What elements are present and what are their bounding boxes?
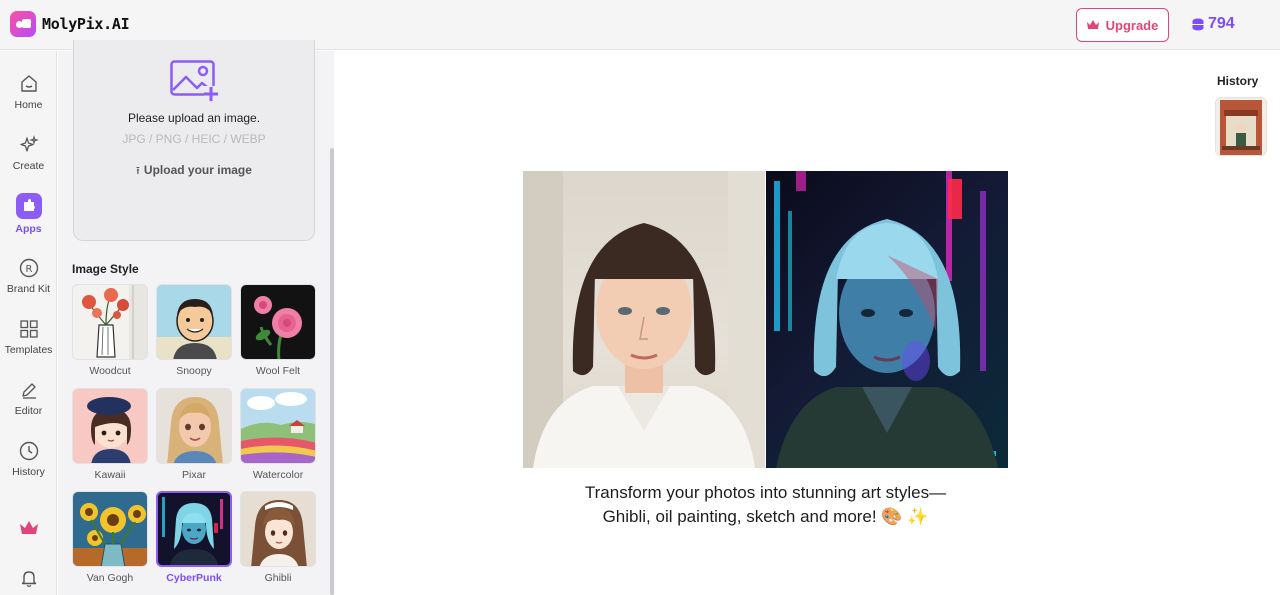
style-ghibli-label: Ghibli bbox=[264, 572, 292, 584]
style-woodcut-thumbnail bbox=[72, 284, 148, 360]
style-snoopy[interactable]: Snoopy bbox=[156, 284, 232, 377]
original-photo bbox=[523, 171, 765, 468]
nav-apps[interactable]: Apps bbox=[0, 193, 57, 235]
panel-scrollbar[interactable] bbox=[330, 148, 334, 595]
nav-editor-label: Editor bbox=[14, 405, 43, 417]
style-snoopy-label: Snoopy bbox=[176, 365, 212, 377]
svg-text:R: R bbox=[25, 264, 32, 275]
history-item[interactable] bbox=[1215, 97, 1267, 156]
app-name: MolyPix.AI bbox=[42, 15, 130, 33]
style-woodcut[interactable]: Woodcut bbox=[72, 284, 148, 377]
image-style-heading: Image Style bbox=[72, 262, 139, 276]
image-add-icon bbox=[170, 60, 218, 101]
style-cyberpunk-label: CyberPunk bbox=[166, 572, 222, 584]
style-pixar-label: Pixar bbox=[182, 469, 206, 481]
feature-caption: Transform your photos into stunning art … bbox=[584, 483, 947, 526]
registered-icon: R bbox=[18, 257, 40, 279]
style-watercolor-label: Watercolor bbox=[252, 469, 304, 481]
nav-upgrade-crown[interactable] bbox=[0, 517, 57, 543]
nav-editor[interactable]: Editor bbox=[0, 379, 57, 417]
style-van-gogh-label: Van Gogh bbox=[86, 572, 134, 584]
style-cyberpunk-thumbnail bbox=[156, 491, 232, 567]
bell-icon bbox=[18, 567, 40, 589]
nav-history[interactable]: History bbox=[0, 440, 57, 478]
nav-brand-kit[interactable]: R Brand Kit bbox=[0, 257, 57, 295]
style-watercolor[interactable]: Watercolor bbox=[240, 388, 316, 481]
style-ghibli[interactable]: Ghibli bbox=[240, 491, 316, 584]
crown-icon bbox=[1086, 20, 1099, 29]
logo-icon bbox=[10, 11, 36, 37]
upload-arrow-icon: ⭱ bbox=[136, 165, 140, 177]
style-ghibli-thumbnail bbox=[240, 491, 316, 567]
nav-create-label: Create bbox=[12, 160, 45, 172]
style-wool-felt-thumbnail bbox=[240, 284, 316, 360]
nav-brand-kit-label: Brand Kit bbox=[6, 283, 51, 295]
style-pixar-thumbnail bbox=[156, 388, 232, 464]
sparkles-icon bbox=[18, 134, 40, 156]
nav-home-label: Home bbox=[14, 99, 43, 111]
pencil-icon bbox=[18, 379, 40, 401]
style-watercolor-thumbnail bbox=[240, 388, 316, 464]
nav-history-label: History bbox=[12, 466, 45, 478]
cyberpunk-result-photo bbox=[766, 171, 1008, 468]
upload-image-button[interactable]: ⭱ Upload your image bbox=[73, 162, 315, 181]
nav-templates-label: Templates bbox=[4, 344, 53, 356]
app-logo[interactable]: MolyPix.AI bbox=[10, 11, 130, 37]
nav-templates[interactable]: Templates bbox=[0, 318, 57, 356]
upgrade-label: Upgrade bbox=[1105, 17, 1159, 33]
upload-title: Please upload an image. bbox=[127, 111, 261, 125]
style-kawaii[interactable]: Kawaii bbox=[72, 388, 148, 481]
nav-home[interactable]: Home bbox=[0, 73, 57, 111]
upload-image-label: Upload your image bbox=[143, 163, 252, 177]
style-snoopy-thumbnail bbox=[156, 284, 232, 360]
before-after-preview bbox=[523, 171, 1008, 468]
credits-balance[interactable]: 794 bbox=[1192, 15, 1235, 33]
nav-rail: Home Create Apps R Brand Kit Templates E… bbox=[0, 51, 57, 595]
style-van-gogh-thumbnail bbox=[72, 491, 148, 567]
nav-create[interactable]: Create bbox=[0, 134, 57, 172]
nav-apps-label: Apps bbox=[15, 223, 42, 235]
coins-icon bbox=[1192, 18, 1204, 30]
history-heading: History bbox=[1217, 74, 1259, 88]
style-wool-felt[interactable]: Wool Felt bbox=[240, 284, 316, 377]
style-pixar[interactable]: Pixar bbox=[156, 388, 232, 481]
style-van-gogh[interactable]: Van Gogh bbox=[72, 491, 148, 584]
style-wool-felt-label: Wool Felt bbox=[255, 365, 301, 377]
home-icon bbox=[18, 73, 40, 95]
style-woodcut-label: Woodcut bbox=[89, 365, 131, 377]
clock-icon bbox=[18, 440, 40, 462]
style-kawaii-thumbnail bbox=[72, 388, 148, 464]
upgrade-button[interactable]: Upgrade bbox=[1076, 8, 1169, 42]
style-cyberpunk[interactable]: CyberPunk bbox=[156, 491, 232, 584]
crown-icon bbox=[18, 517, 40, 539]
upload-file-types: JPG / PNG / HEIC / WEBP bbox=[122, 132, 266, 146]
nav-notifications[interactable] bbox=[0, 567, 57, 593]
credits-count: 794 bbox=[1208, 15, 1235, 32]
style-kawaii-label: Kawaii bbox=[94, 469, 126, 481]
grid-icon bbox=[18, 318, 40, 340]
apps-icon bbox=[15, 193, 42, 219]
